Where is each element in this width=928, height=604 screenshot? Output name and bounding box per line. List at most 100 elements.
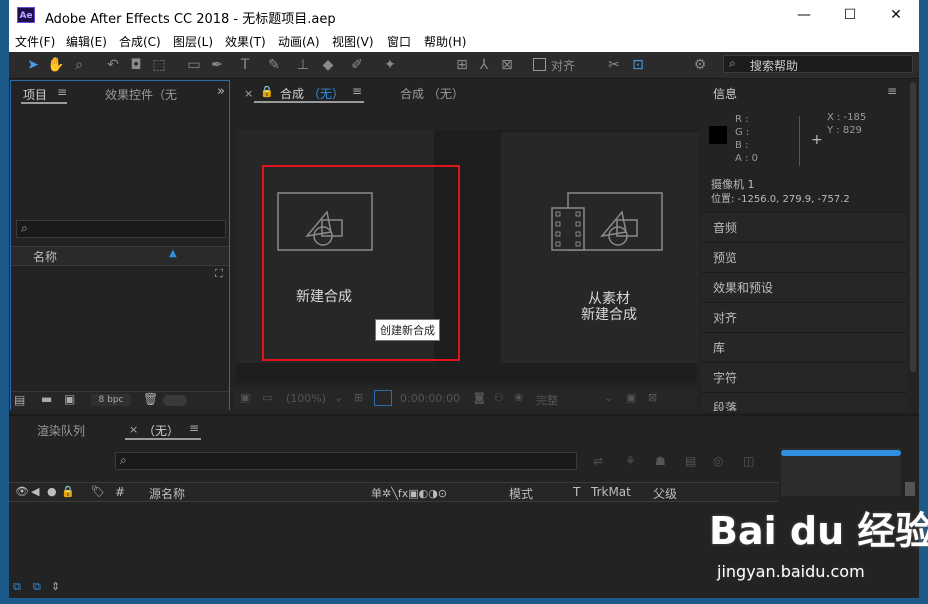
menu-animation[interactable]: 动画(A) [278, 33, 320, 50]
panel-overflow-icon[interactable]: » [217, 84, 225, 99]
section-align[interactable]: 对齐 [701, 302, 907, 332]
new-folder-icon[interactable]: ▬ [41, 392, 52, 406]
search-help-field[interactable]: ⌕ 搜索帮助 [723, 55, 913, 73]
panel-menu-icon[interactable]: ≡ [57, 85, 67, 99]
lock-icon[interactable]: 🔒 [260, 85, 274, 98]
camera-tool-icon[interactable]: ◘ [127, 56, 145, 74]
shy-icon[interactable]: ☗ [655, 454, 666, 468]
tab-effect-controls[interactable]: 效果控件（无 [105, 86, 177, 103]
snap-options-icon[interactable]: ⊡ [629, 56, 647, 74]
tab-composition[interactable]: 合成 [280, 85, 304, 102]
menu-view[interactable]: 视图(V) [332, 33, 374, 50]
channel-icon[interactable]: ❀ [514, 391, 523, 404]
panel-menu-icon[interactable]: ≡ [887, 84, 897, 98]
graph-editor-icon[interactable]: ◫ [743, 454, 754, 468]
sort-ascending-icon[interactable]: ▲ [169, 248, 177, 259]
section-libraries[interactable]: 库 [701, 332, 907, 362]
lock-icon[interactable]: 🔒 [61, 485, 75, 498]
tab-timeline-none[interactable]: （无） [143, 422, 179, 439]
tab-project[interactable]: 项目 [23, 86, 47, 103]
show-snapshot-icon[interactable]: ⚇ [494, 391, 504, 404]
toggle-modes-icon[interactable]: ⇕ [51, 580, 60, 593]
menu-layer[interactable]: 图层(L) [173, 33, 213, 50]
zoom-tool-icon[interactable]: ⌕ [70, 56, 88, 74]
composition-mini-flowchart-icon[interactable]: ⇌ [593, 454, 603, 468]
hand-tool-icon[interactable]: ✋ [47, 56, 65, 74]
fast-preview-icon[interactable]: ▣ [626, 391, 636, 404]
selection-tool-icon[interactable]: ➤ [24, 56, 42, 74]
workspace-icon[interactable]: ⚙ [691, 56, 709, 74]
menu-help[interactable]: 帮助(H) [424, 33, 466, 50]
section-audio[interactable]: 音频 [701, 212, 907, 242]
column-parent[interactable]: 父级 [653, 485, 677, 502]
rectangle-tool-icon[interactable]: ▭ [185, 56, 203, 74]
section-paragraph[interactable]: 段落 [701, 392, 907, 411]
bit-depth-button[interactable]: 8 bpc [91, 394, 131, 406]
local-axis-icon[interactable]: ⊞ [453, 56, 471, 74]
timeline-search-input[interactable]: ⌕ [115, 452, 577, 470]
menu-file[interactable]: 文件(F) [15, 33, 55, 50]
world-axis-icon[interactable]: ⅄ [475, 56, 493, 74]
tab-composition-name[interactable]: （无） [308, 85, 344, 102]
panel-menu-icon[interactable]: ≡ [352, 84, 362, 98]
menu-effect[interactable]: 效果(T) [225, 33, 266, 50]
solo-icon[interactable]: ● [47, 485, 57, 498]
section-effects-presets[interactable]: 效果和预设 [701, 272, 907, 302]
frame-blending-icon[interactable]: ▤ [685, 454, 696, 468]
visibility-icon[interactable]: 👁 [15, 485, 29, 498]
tab-render-queue[interactable]: 渲染队列 [37, 422, 85, 439]
new-comp-from-footage-card[interactable]: 从素材 新建合成 [501, 132, 699, 363]
brush-tool-icon[interactable]: ✎ [265, 56, 283, 74]
monitor-icon[interactable]: ▭ [262, 391, 272, 404]
flowchart-icon[interactable]: ⛶ [215, 267, 223, 281]
chevron-down-icon[interactable]: ⌄ [334, 391, 343, 404]
column-name[interactable]: 名称 [33, 248, 57, 265]
snapshot-icon[interactable]: ◙ [474, 391, 485, 404]
puppet-tool-icon[interactable]: ✦ [381, 56, 399, 74]
section-preview[interactable]: 预览 [701, 242, 907, 272]
delete-icon[interactable]: 🗑 [143, 392, 158, 406]
chevron-down-icon[interactable]: ⌄ [604, 391, 613, 404]
interpret-footage-icon[interactable]: ▤ [14, 393, 25, 407]
info-panel-title[interactable]: 信息 [713, 85, 737, 102]
minimize-button[interactable]: — [781, 0, 827, 30]
timeline-scroll-icon[interactable] [905, 482, 915, 496]
layer-switches-icons[interactable]: 单✲╲fx▣◐◑⊙ [371, 485, 447, 501]
menu-composition[interactable]: 合成(C) [119, 33, 161, 50]
region-of-interest-icon[interactable] [374, 390, 392, 406]
time-navigator[interactable] [781, 448, 901, 496]
pan-behind-tool-icon[interactable]: ⬚ [150, 56, 168, 74]
project-search-input[interactable]: ⌕ [16, 220, 226, 238]
view-axis-icon[interactable]: ⊠ [498, 56, 516, 74]
scroll-handle[interactable] [163, 395, 187, 406]
pen-tool-icon[interactable]: ✒ [208, 56, 226, 74]
scrollbar[interactable] [910, 82, 916, 372]
snap-icon[interactable]: ✂ [605, 56, 623, 74]
type-tool-icon[interactable]: T [236, 56, 254, 74]
resolution-dropdown[interactable]: 完整 [536, 392, 558, 408]
column-source-name[interactable]: 源名称 [149, 485, 185, 502]
maximize-button[interactable]: ☐ [827, 0, 873, 30]
audio-icon[interactable]: ◀ [31, 485, 39, 498]
work-area-bar[interactable] [781, 450, 901, 456]
grid-icon[interactable]: ⊞ [354, 391, 363, 404]
draft-3d-icon[interactable]: ⚘ [625, 454, 636, 468]
eraser-tool-icon[interactable]: ◆ [319, 56, 337, 74]
tab-composition-2[interactable]: 合成 （无） [400, 85, 464, 102]
column-mode[interactable]: 模式 [509, 485, 533, 502]
comp-flowchart-icon[interactable]: ⧉ [13, 580, 21, 594]
clone-stamp-tool-icon[interactable]: ⊥ [294, 56, 312, 74]
transparency-grid-icon[interactable]: ⊠ [648, 391, 657, 404]
close-button[interactable]: ✕ [873, 0, 919, 30]
column-t[interactable]: T [573, 485, 580, 499]
roto-brush-tool-icon[interactable]: ✐ [348, 56, 366, 74]
zoom-dropdown[interactable]: (100%) [286, 392, 326, 405]
always-preview-icon[interactable]: ▣ [240, 391, 250, 404]
close-tab-icon[interactable]: × [129, 423, 138, 436]
menu-window[interactable]: 窗口 [387, 33, 411, 50]
rotate-tool-icon[interactable]: ↶ [104, 56, 122, 74]
column-number[interactable]: # [115, 485, 125, 499]
new-composition-icon[interactable]: ▣ [64, 392, 75, 406]
motion-blur-icon[interactable]: ◎ [713, 454, 723, 468]
align-checkbox[interactable] [533, 58, 546, 71]
